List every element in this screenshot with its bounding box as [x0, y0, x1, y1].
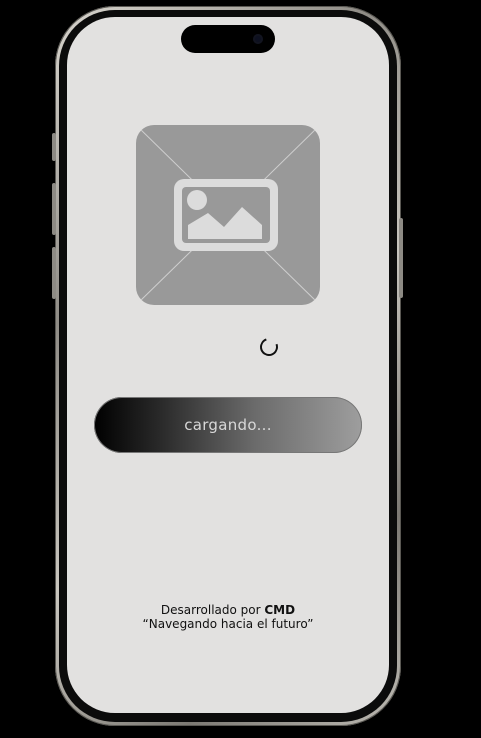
tagline: “Navegando hacia el futuro”: [142, 617, 314, 631]
front-camera-icon: [253, 34, 263, 44]
developer-name: CMD: [264, 603, 296, 617]
power-button: [399, 218, 403, 298]
loading-spinner-icon: [257, 335, 281, 359]
app-screen: cargando... Desarrollado por CMD “Navega…: [67, 17, 389, 713]
volume-down-button: [52, 247, 56, 299]
dynamic-island: [181, 25, 275, 53]
footer-credits: Desarrollado por CMD “Navegando hacia el…: [67, 603, 389, 631]
image-placeholder-icon: [136, 125, 320, 305]
action-button: [52, 133, 56, 161]
developed-by-prefix: Desarrollado por: [160, 603, 261, 617]
developer-credit: Desarrollado por CMD: [67, 603, 389, 617]
volume-up-button: [52, 183, 56, 235]
loading-bar: cargando...: [94, 397, 362, 453]
loading-text: cargando...: [184, 416, 272, 434]
